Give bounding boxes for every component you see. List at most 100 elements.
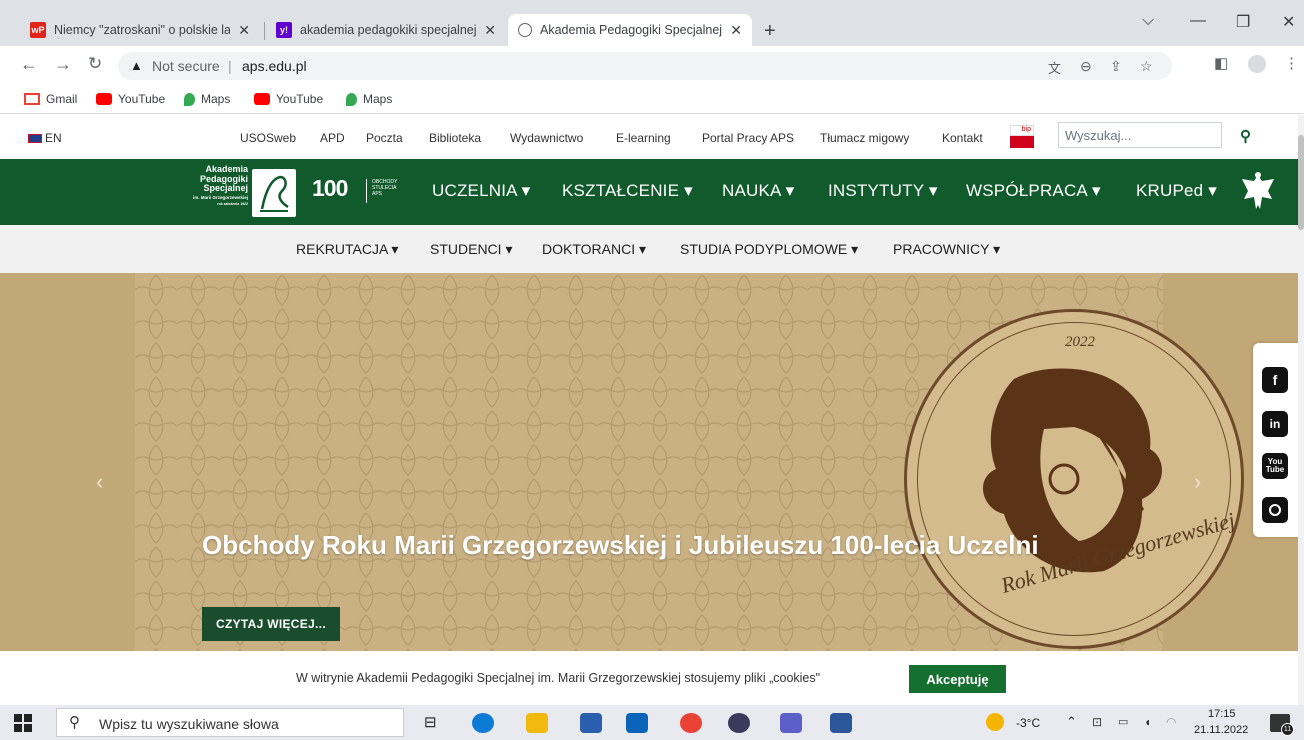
bookmark-youtube[interactable]: YouTube: [96, 92, 165, 106]
hero-slider[interactable]: 2022 Rok Marii Grzegorzewskiej ‹ › Obcho…: [0, 273, 1298, 651]
subnav-studia-podyplomowe[interactable]: STUDIA PODYPLOMOWE ▾: [680, 241, 858, 258]
search-input[interactable]: [1058, 122, 1222, 148]
logo-line: Specjalnej: [203, 183, 248, 193]
url-text[interactable]: aps.edu.pl: [242, 58, 307, 74]
nav-instytuty[interactable]: INSTYTUTY ▾: [828, 181, 938, 201]
tab-title: Niemcy "zatroskani" o polskie las: [54, 23, 231, 37]
address-bar[interactable]: ▲ Not secure | aps.edu.pl 文 ⊖ ⇪ ☆: [118, 52, 1172, 80]
youtube-icon[interactable]: You Tube: [1262, 453, 1288, 479]
clock-time[interactable]: 17:15: [1208, 708, 1236, 720]
volume-icon[interactable]: ◖: [1144, 715, 1151, 729]
chevron-up-icon[interactable]: ⌃: [1066, 714, 1077, 730]
task-view-icon[interactable]: ⊟: [424, 713, 446, 733]
tab-3[interactable]: Akademia Pedagogiki Specjalnej ✕: [508, 14, 752, 46]
bookmark-maps[interactable]: Maps: [346, 92, 392, 106]
nav-wspolpraca[interactable]: WSPÓŁPRACA ▾: [966, 181, 1101, 201]
tab-1[interactable]: wP Niemcy "zatroskani" o polskie las ✕: [20, 14, 260, 46]
close-icon[interactable]: ✕: [484, 22, 496, 39]
nav-ksztalcenie[interactable]: KSZTAŁCENIE ▾: [562, 181, 693, 201]
file-explorer-icon[interactable]: [526, 713, 548, 733]
top-link-poczta[interactable]: Poczta: [366, 131, 403, 145]
weather-temp[interactable]: -3°C: [1016, 716, 1040, 730]
restore-button[interactable]: ❐: [1236, 12, 1250, 32]
subnav-rekrutacja[interactable]: REKRUTACJA ▾: [296, 241, 398, 258]
maps-icon: [184, 92, 195, 106]
sidepanel-icon[interactable]: ◧: [1214, 54, 1228, 72]
linkedin-icon[interactable]: in: [1262, 411, 1288, 437]
chrome-icon[interactable]: [680, 713, 702, 733]
top-link-tlumacz[interactable]: Tłumacz migowy: [820, 131, 909, 145]
anniversary-divider: [366, 179, 367, 203]
nav-label: WSPÓŁPRACA: [966, 181, 1088, 200]
close-icon[interactable]: ✕: [730, 22, 742, 39]
mail-icon[interactable]: [626, 713, 648, 733]
top-link-biblioteka[interactable]: Biblioteka: [429, 131, 481, 145]
facebook-icon[interactable]: f: [1262, 367, 1288, 393]
nav-kruped[interactable]: KRUPed ▾: [1136, 181, 1217, 201]
tab-title: Akademia Pedagogiki Specjalnej: [540, 23, 723, 37]
page-viewport[interactable]: EN USOSweb APD Poczta Biblioteka Wydawni…: [0, 115, 1298, 705]
bookmark-youtube[interactable]: YouTube: [254, 92, 323, 106]
subnav-studenci[interactable]: STUDENCI ▾: [430, 241, 512, 258]
taskbar-search[interactable]: ⚲ Wpisz tu wyszukiwane słowa: [56, 708, 404, 737]
store-icon[interactable]: [580, 713, 602, 733]
top-link-apd[interactable]: APD: [320, 131, 345, 145]
bookmark-gmail[interactable]: Gmail: [24, 92, 77, 106]
teams-icon[interactable]: [780, 713, 802, 733]
minimize-button[interactable]: —: [1190, 12, 1206, 30]
star-icon[interactable]: ☆: [1140, 58, 1153, 75]
slider-prev-arrow[interactable]: ‹: [96, 469, 103, 495]
battery-icon[interactable]: ▭: [1118, 715, 1128, 728]
read-more-button[interactable]: CZYTAJ WIĘCEJ...: [202, 607, 340, 641]
chevron-down-icon[interactable]: ⌵: [1142, 12, 1154, 30]
top-link-elearning[interactable]: E-learning: [616, 131, 671, 145]
top-link-wydawnictwo[interactable]: Wydawnictwo: [510, 131, 583, 145]
new-tab-button[interactable]: +: [764, 20, 776, 43]
menu-icon[interactable]: ⋮: [1284, 54, 1299, 72]
language-switch[interactable]: EN: [28, 131, 62, 145]
instagram-icon[interactable]: [1262, 497, 1288, 523]
translate-icon[interactable]: 文: [1048, 58, 1061, 77]
subnav-doktoranci[interactable]: DOKTORANCI ▾: [542, 241, 646, 258]
close-icon[interactable]: ✕: [238, 22, 250, 39]
nav-nauka[interactable]: NAUKA ▾: [722, 181, 794, 201]
bookmark-maps[interactable]: Maps: [184, 92, 230, 106]
aps-logo[interactable]: Akademia Pedagogiki Specjalnej im. Marii…: [172, 164, 302, 221]
back-button[interactable]: ←: [20, 54, 38, 75]
nav-uczelnia[interactable]: UCZELNIA ▾: [432, 181, 530, 201]
accept-cookies-button[interactable]: Akceptuję: [909, 665, 1006, 693]
edge-icon[interactable]: [472, 713, 494, 733]
clock-date[interactable]: 21.11.2022: [1194, 724, 1248, 736]
reload-button[interactable]: ↻: [88, 54, 102, 74]
zoom-icon[interactable]: ⊖: [1080, 58, 1092, 75]
windows-start-icon[interactable]: [14, 714, 32, 732]
search-icon[interactable]: ⚲: [1240, 127, 1251, 145]
notifications-icon[interactable]: 11: [1270, 714, 1294, 736]
warning-icon[interactable]: ▲: [130, 58, 143, 73]
wifi-icon[interactable]: ◠: [1166, 715, 1176, 729]
paint-icon[interactable]: [728, 713, 750, 733]
word-icon[interactable]: [830, 713, 852, 733]
bip-label: bip: [1010, 125, 1034, 136]
slider-next-arrow[interactable]: ›: [1194, 469, 1201, 495]
main-navigation: Akademia Pedagogiki Specjalnej im. Marii…: [0, 159, 1298, 225]
scrollbar-thumb[interactable]: [1298, 135, 1304, 230]
taskbar-search-placeholder: Wpisz tu wyszukiwane słowa: [99, 716, 279, 732]
profile-avatar[interactable]: [1248, 55, 1266, 73]
subnav-label: REKRUTACJA: [296, 241, 388, 257]
social-sidebar: f in You Tube: [1253, 343, 1298, 537]
bip-logo[interactable]: bip: [1010, 125, 1034, 151]
forward-button[interactable]: →: [54, 54, 72, 75]
network-icon[interactable]: ⊡: [1092, 715, 1102, 729]
tab-2[interactable]: y! akademia pedagokiki specjalnej ✕: [266, 14, 506, 46]
share-icon[interactable]: ⇪: [1110, 58, 1122, 75]
top-link-kontakt[interactable]: Kontakt: [942, 131, 983, 145]
nav-label: KSZTAŁCENIE: [562, 181, 680, 200]
security-label[interactable]: Not secure: [152, 58, 220, 74]
top-link-portal-pracy[interactable]: Portal Pracy APS: [702, 131, 794, 145]
weather-icon[interactable]: [986, 713, 1004, 731]
subnav-pracownicy[interactable]: PRACOWNICY ▾: [893, 241, 1000, 258]
close-window-button[interactable]: ✕: [1282, 12, 1295, 32]
logo-line: rok założenia 1922: [217, 201, 248, 206]
top-link-usosweb[interactable]: USOSweb: [240, 131, 296, 145]
